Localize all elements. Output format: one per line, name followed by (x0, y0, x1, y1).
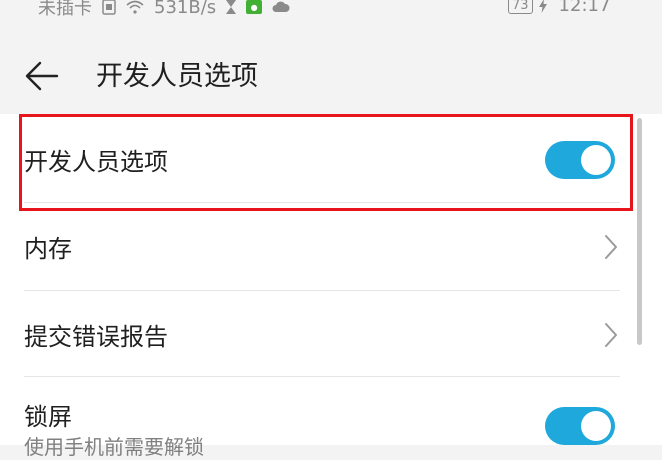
memory-row[interactable]: 内存 (0, 203, 640, 291)
status-left: 未插卡 531B/s ● (38, 0, 290, 20)
cloud-icon (272, 1, 290, 13)
bug-report-row[interactable]: 提交错误报告 (0, 291, 640, 377)
app-bar: 开发人员选项 (0, 36, 662, 114)
back-arrow-icon (25, 61, 59, 91)
lock-screen-toggle[interactable] (545, 407, 615, 445)
lock-screen-label: 锁屏 (24, 403, 72, 431)
status-right: 73 12:17 (508, 0, 610, 16)
bug-report-label: 提交错误报告 (24, 323, 168, 351)
carrier-text: 未插卡 (38, 0, 92, 19)
chevron-right-icon (605, 235, 617, 259)
network-speed: 531B/s (154, 0, 217, 18)
back-button[interactable] (24, 58, 60, 94)
wifi-icon (126, 0, 144, 14)
status-bar: 未插卡 531B/s ● 73 12:17 (0, 0, 662, 22)
wechat-icon: ● (246, 0, 263, 14)
hourglass-icon (226, 0, 237, 14)
chevron-right-icon (605, 323, 617, 347)
lock-screen-sublabel: 使用手机前需要解锁 (24, 435, 204, 459)
toggle-knob (581, 411, 611, 441)
clock: 12:17 (558, 0, 611, 16)
charging-icon (538, 0, 547, 13)
battery-indicator: 73 (508, 0, 533, 14)
scrollbar[interactable] (637, 118, 642, 345)
sim-icon (102, 0, 116, 15)
memory-label: 内存 (24, 235, 72, 263)
highlight-box (19, 114, 633, 211)
lock-screen-row[interactable]: 锁屏 使用手机前需要解锁 (0, 377, 640, 459)
page-title: 开发人员选项 (96, 61, 258, 92)
